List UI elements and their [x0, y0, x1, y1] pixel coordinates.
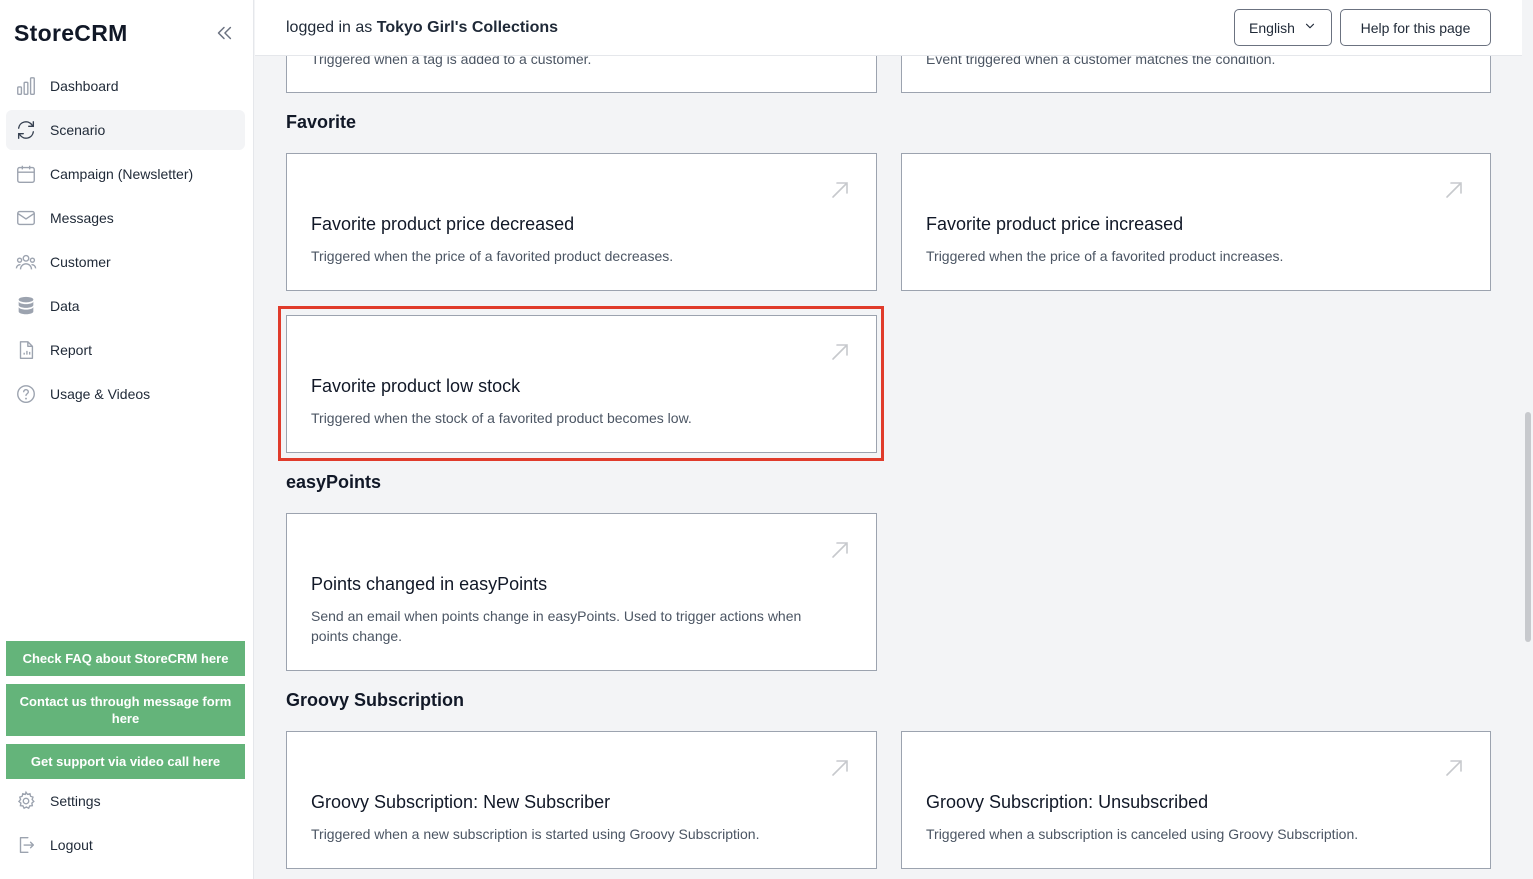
- card-title: Groovy Subscription: New Subscriber: [311, 792, 611, 812]
- scrollbar-thumb[interactable]: [1525, 412, 1531, 642]
- brand-logo: StoreCRM: [14, 20, 128, 46]
- sidebar-item-customer[interactable]: Customer: [6, 242, 245, 282]
- arrow-up-right-icon: [830, 758, 850, 778]
- section-title-favorite: Favorite: [286, 112, 357, 132]
- scenario-card-favorite-price-increased[interactable]: Favorite product price increased Trigger…: [901, 153, 1491, 291]
- sidebar-item-campaign[interactable]: Campaign (Newsletter): [6, 154, 245, 194]
- sidebar-item-messages[interactable]: Messages: [6, 198, 245, 238]
- store-name: Tokyo Girl's Collections: [376, 19, 559, 36]
- logged-in-text: logged in as Tokyo Girl's Collections: [286, 19, 558, 37]
- question-circle-icon: [15, 383, 37, 405]
- sidebar-item-label: Report: [50, 342, 93, 358]
- faq-button[interactable]: Check FAQ about StoreCRM here: [6, 641, 245, 676]
- sidebar-item-label: Campaign (Newsletter): [50, 166, 194, 182]
- arrow-up-right-icon: [830, 180, 850, 200]
- scenario-card-groovy-unsubscribed[interactable]: Groovy Subscription: Unsubscribed Trigge…: [901, 731, 1491, 869]
- sidebar-item-scenario[interactable]: Scenario: [6, 110, 245, 150]
- sidebar-item-label: Scenario: [50, 122, 106, 138]
- section-title-groovy: Groovy Subscription: [286, 690, 465, 710]
- card-description: Triggered when the price of a favorited …: [926, 248, 1284, 264]
- scenario-card-favorite-price-decreased[interactable]: Favorite product price decreased Trigger…: [286, 153, 877, 291]
- arrow-up-right-icon: [830, 342, 850, 362]
- refresh-icon: [15, 119, 37, 141]
- bar-chart-icon: [15, 75, 37, 97]
- sidebar-item-label: Customer: [50, 254, 111, 270]
- logout-icon: [15, 834, 37, 856]
- sidebar-bottom-nav: Settings Logout: [6, 781, 245, 869]
- section-title-easypoints: easyPoints: [286, 472, 382, 492]
- top-header: logged in as Tokyo Girl's Collections En…: [255, 0, 1522, 56]
- gear-icon: [15, 790, 37, 812]
- database-icon: [15, 295, 37, 317]
- collapse-sidebar-icon[interactable]: [213, 22, 235, 44]
- help-button[interactable]: Help for this page: [1340, 9, 1491, 46]
- sidebar-item-label: Usage & Videos: [50, 386, 151, 402]
- card-title: Favorite product low stock: [311, 376, 521, 396]
- card-description: Triggered when the stock of a favorited …: [311, 410, 692, 426]
- sidebar-item-usage-videos[interactable]: Usage & Videos: [6, 374, 245, 414]
- users-icon: [15, 251, 37, 273]
- mail-icon: [15, 207, 37, 229]
- card-description: Triggered when a new subscription is sta…: [311, 826, 760, 842]
- card-description: Triggered when a subscription is cancele…: [926, 826, 1359, 842]
- chevron-down-icon: [1303, 19, 1317, 36]
- language-label: English: [1249, 19, 1295, 36]
- sidebar-nav: Dashboard Scenario Campaign (Newsletter)…: [6, 66, 245, 418]
- contact-form-button[interactable]: Contact us through message form here: [6, 684, 245, 736]
- video-support-button[interactable]: Get support via video call here: [6, 744, 245, 779]
- scenario-card-points-changed[interactable]: Points changed in easyPoints Send an ema…: [286, 513, 877, 671]
- language-select[interactable]: English: [1234, 9, 1332, 46]
- card-title: Points changed in easyPoints: [311, 574, 548, 594]
- sidebar-item-label: Dashboard: [50, 78, 119, 94]
- sidebar-item-label: Settings: [50, 793, 101, 809]
- sidebar-item-logout[interactable]: Logout: [6, 825, 245, 865]
- card-title: Groovy Subscription: Unsubscribed: [926, 792, 1209, 812]
- sidebar-item-dashboard[interactable]: Dashboard: [6, 66, 245, 106]
- scenario-card-favorite-low-stock[interactable]: Favorite product low stock Triggered whe…: [286, 315, 877, 453]
- sidebar-item-settings[interactable]: Settings: [6, 781, 245, 821]
- card-title: Favorite product price decreased: [311, 214, 575, 234]
- arrow-up-right-icon: [1444, 758, 1464, 778]
- logged-in-prefix: logged in as: [286, 19, 373, 36]
- sidebar-item-report[interactable]: Report: [6, 330, 245, 370]
- arrow-up-right-icon: [1444, 180, 1464, 200]
- sidebar-item-label: Messages: [50, 210, 114, 226]
- sidebar-item-label: Data: [50, 298, 80, 314]
- sidebar-item-label: Logout: [50, 837, 93, 853]
- card-title: Favorite product price increased: [926, 214, 1184, 234]
- sidebar: StoreCRM Dashboard Scenario Campaign (Ne…: [0, 0, 254, 879]
- arrow-up-right-icon: [830, 540, 850, 560]
- document-chart-icon: [15, 339, 37, 361]
- sidebar-item-data[interactable]: Data: [6, 286, 245, 326]
- scenario-card-groovy-new-subscriber[interactable]: Groovy Subscription: New Subscriber Trig…: [286, 731, 877, 869]
- calendar-icon: [15, 163, 37, 185]
- card-description: Send an email when points change in easy…: [311, 608, 802, 644]
- card-description: Triggered when the price of a favorited …: [311, 248, 674, 264]
